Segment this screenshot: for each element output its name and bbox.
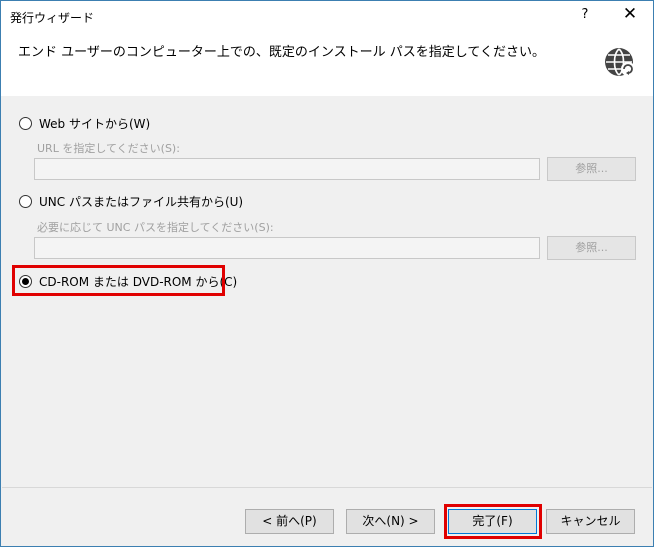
url-field-label: URL を指定してください(S): [37, 142, 180, 155]
header-instruction: エンド ユーザーのコンピューター上での、既定のインストール パスを指定してくださ… [18, 45, 545, 60]
radio-website-label: Web サイトから(W) [39, 117, 151, 131]
title-bar: 発行ウィザード ? ✕ [1, 1, 653, 32]
radio-website[interactable]: Web サイトから(W) [19, 115, 150, 132]
radio-unc[interactable]: UNC パスまたはファイル共有から(U) [19, 193, 243, 210]
unc-browse-button[interactable]: 参照... [547, 236, 636, 260]
cancel-button[interactable]: キャンセル [546, 509, 635, 534]
url-browse-button[interactable]: 参照... [547, 157, 636, 181]
publish-wizard-window: 発行ウィザード ? ✕ エンド ユーザーのコンピューター上での、既定のインストー… [0, 0, 654, 547]
next-button[interactable]: 次へ(N) > [346, 509, 435, 534]
wizard-header: エンド ユーザーのコンピューター上での、既定のインストール パスを指定してくださ… [1, 32, 653, 96]
finish-highlight-box [444, 504, 542, 539]
url-input[interactable] [34, 158, 540, 180]
radio-website-button[interactable] [19, 117, 32, 130]
window-title: 発行ウィザード [10, 11, 95, 25]
close-button[interactable]: ✕ [615, 4, 645, 28]
help-button[interactable]: ? [571, 7, 599, 27]
cdrom-highlight-box [12, 265, 225, 296]
radio-unc-label: UNC パスまたはファイル共有から(U) [39, 195, 244, 209]
unc-field-label: 必要に応じて UNC パスを指定してください(S): [37, 221, 274, 234]
footer-separator [2, 487, 652, 488]
unc-input[interactable] [34, 237, 540, 259]
radio-unc-button[interactable] [19, 195, 32, 208]
globe-publish-icon [605, 48, 635, 76]
back-button[interactable]: < 前へ(P) [245, 509, 334, 534]
